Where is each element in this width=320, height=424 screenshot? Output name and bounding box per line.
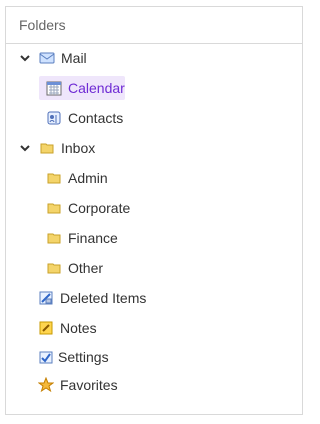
tree-item-deleted-items[interactable]: Deleted Items (38, 286, 146, 310)
tree-item-label: Contacts (68, 110, 124, 126)
folder-icon (46, 260, 62, 276)
folder-icon (46, 200, 62, 216)
tree-item-mail[interactable]: Mail (17, 46, 87, 70)
folder-icon (46, 230, 62, 246)
panel-title: Folders (6, 7, 302, 44)
calendar-icon (46, 80, 62, 96)
tree-item-finance[interactable]: Finance (46, 226, 118, 250)
tree-item-corporate[interactable]: Corporate (46, 196, 130, 220)
tree-item-calendar[interactable]: Calendar (46, 76, 125, 100)
tree-item-label: Mail (61, 50, 87, 66)
tree-item-other[interactable]: Other (46, 256, 103, 280)
tree-item-contacts[interactable]: Contacts (46, 106, 123, 130)
tree-item-label: Settings (58, 349, 109, 365)
tree-item-settings[interactable]: Settings (38, 345, 109, 369)
star-icon (37, 376, 55, 393)
tree-item-label: Calendar (68, 80, 125, 96)
tree-item-notes[interactable]: Notes (38, 316, 97, 340)
settings-icon (38, 349, 54, 365)
mail-icon (39, 50, 55, 66)
tree-item-label: Notes (60, 320, 97, 336)
folder-icon (39, 140, 55, 156)
chevron-down-icon[interactable] (17, 140, 33, 156)
tree-item-favorites[interactable]: Favorites (37, 373, 118, 397)
tree-item-label: Admin (68, 170, 108, 186)
tree-item-label: Finance (68, 230, 118, 246)
tree-item-label: Other (68, 260, 104, 276)
deleted-items-icon (38, 290, 54, 306)
chevron-down-icon[interactable] (17, 50, 33, 66)
folder-icon (46, 170, 62, 186)
tree-item-label: Corporate (68, 200, 131, 216)
tree-item-admin[interactable]: Admin (46, 166, 108, 190)
notes-icon (38, 320, 54, 336)
tree-item-inbox[interactable]: Inbox (17, 136, 95, 160)
tree-item-label: Inbox (61, 140, 96, 156)
tree-item-label: Favorites (60, 377, 118, 393)
tree-item-label: Deleted Items (60, 290, 147, 306)
contacts-icon (46, 110, 62, 126)
